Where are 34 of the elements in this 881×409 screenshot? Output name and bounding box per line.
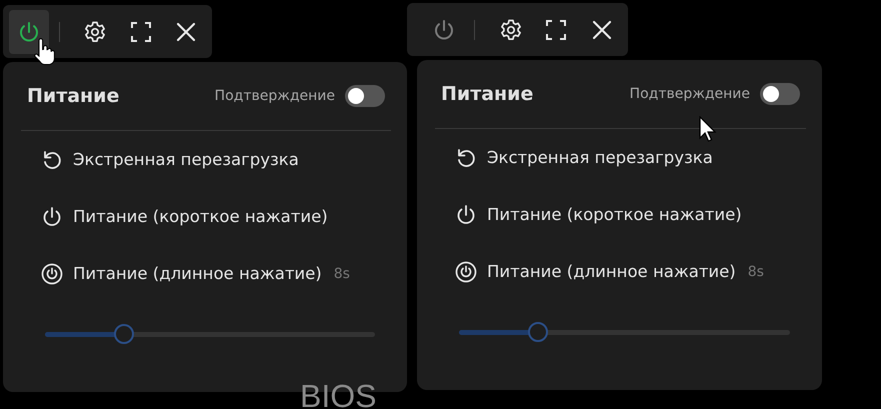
action-button[interactable]: Экстренная перезагрузка xyxy=(487,148,713,167)
restart-icon xyxy=(41,148,63,170)
power-icon xyxy=(455,204,477,226)
action-button[interactable]: Питание (длинное нажатие) xyxy=(487,262,736,281)
background-text: BIOS xyxy=(300,380,376,409)
duration-slider[interactable] xyxy=(459,322,790,342)
duration-label: 8s xyxy=(748,264,764,280)
power-circle-icon xyxy=(41,262,63,284)
confirm-label: Подтверждение xyxy=(214,88,335,104)
action-button[interactable]: Экстренная перезагрузка xyxy=(73,150,299,169)
action-button[interactable]: Питание (длинное нажатие) xyxy=(73,264,322,283)
fullscreen-icon xyxy=(128,20,153,44)
slider-thumb[interactable] xyxy=(114,324,134,344)
confirm-toggle[interactable] xyxy=(760,83,800,105)
fullscreen-icon xyxy=(544,18,568,42)
action-button[interactable]: Питание (короткое нажатие) xyxy=(73,207,328,226)
slider-thumb[interactable] xyxy=(528,322,548,342)
close-icon xyxy=(175,20,198,42)
confirm-label: Подтверждение xyxy=(630,86,750,102)
settings-icon xyxy=(498,18,523,42)
panel-title: Питание xyxy=(27,85,120,107)
hand-cursor-icon xyxy=(33,38,55,66)
power-button[interactable] xyxy=(9,10,48,54)
restart-icon xyxy=(455,146,477,168)
duration-label: 8s xyxy=(334,266,350,282)
panel-title: Питание xyxy=(441,83,534,105)
arrow-cursor-icon xyxy=(699,116,717,142)
duration-slider[interactable] xyxy=(45,324,375,344)
action-button[interactable]: Питание (короткое нажатие) xyxy=(487,205,742,224)
close-icon xyxy=(591,18,614,40)
power-circle-icon xyxy=(455,260,477,282)
confirm-toggle[interactable] xyxy=(345,85,385,107)
power-icon xyxy=(41,206,63,228)
settings-icon xyxy=(83,20,108,44)
